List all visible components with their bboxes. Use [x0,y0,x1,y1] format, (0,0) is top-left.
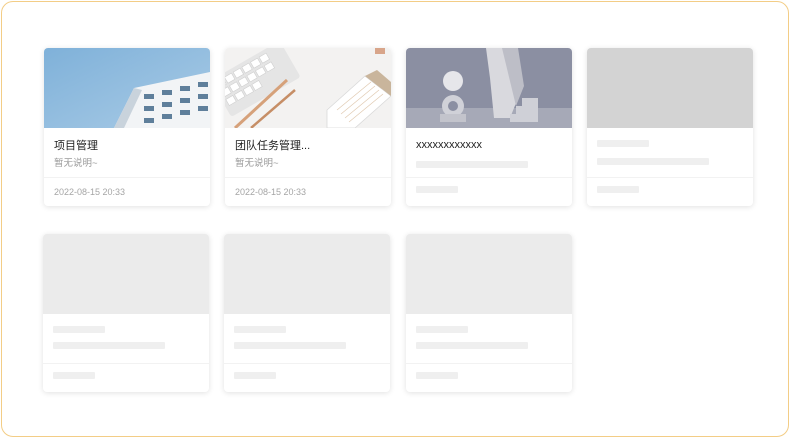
card-title: 项目管理 [54,140,98,152]
project-card[interactable]: 项目管理 暂无说明~ 2022-08-15 20:33 [44,48,210,206]
project-card[interactable]: 团队任务管理... 暂无说明~ 2022-08-15 20:33 [225,48,391,206]
card-cover-image-building [44,48,210,128]
project-card[interactable]: xxxxxxxxxxxx [406,48,572,206]
skeleton-cover [224,234,390,314]
card-divider [406,363,572,364]
skeleton-line [416,372,458,379]
card-title: 团队任务管理... [235,140,311,152]
skeleton-cover [587,48,753,128]
skeleton-line [416,326,468,333]
skeleton-card [43,234,209,392]
card-divider [43,363,209,364]
card-divider [225,177,391,178]
skeleton-card [224,234,390,392]
card-divider [406,177,572,178]
card-title: xxxxxxxxxxxx [416,139,482,151]
skeleton-line [53,372,95,379]
skeleton-line [234,342,346,349]
card-description: 暂无说明~ [235,158,279,169]
skeleton-line [234,326,286,333]
skeleton-cover [43,234,209,314]
skeleton-line [53,342,165,349]
skeleton-card [406,234,572,392]
card-divider [44,177,210,178]
card-divider [224,363,390,364]
skeleton-line [597,140,649,147]
card-cover-image-keyboard [225,48,391,128]
card-description: 暂无说明~ [54,158,98,169]
skeleton-line [416,186,458,193]
card-cover-image-sculpture [406,48,572,128]
card-date: 2022-08-15 20:33 [235,187,307,197]
skeleton-line [416,342,528,349]
card-date: 2022-08-15 20:33 [54,187,126,197]
skeleton-cover [406,234,572,314]
skeleton-line [597,158,709,165]
skeleton-card [587,48,753,206]
skeleton-line [53,326,105,333]
skeleton-line [234,372,276,379]
card-divider [587,177,753,178]
skeleton-line [597,186,639,193]
skeleton-line [416,161,528,168]
